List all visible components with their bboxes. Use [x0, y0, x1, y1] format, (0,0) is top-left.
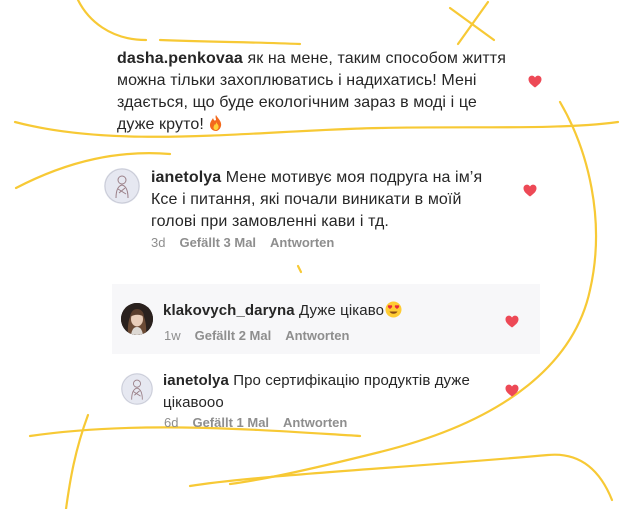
likes-count[interactable]: Gefällt 3 Mal: [179, 235, 256, 250]
comment-text: ianetolya Мене мотивує моя подруга на ім…: [151, 169, 483, 230]
avatar[interactable]: [121, 303, 153, 335]
heart-icon[interactable]: [528, 75, 542, 88]
comment-klakovych: klakovych_daryna Дуже цікаво: [163, 300, 483, 322]
avatar[interactable]: [104, 168, 140, 204]
comment-username[interactable]: ianetolya: [151, 169, 221, 186]
heart-icon[interactable]: [505, 315, 519, 328]
photo-avatar: [121, 303, 153, 335]
likes-count[interactable]: Gefällt 1 Mal: [192, 415, 269, 430]
fire-emoji: [210, 115, 222, 131]
comment-dasha: dasha.penkovaa як на мене, таким способо…: [117, 48, 537, 136]
heart-eyes-emoji: [385, 301, 402, 318]
comment-username[interactable]: ianetolya: [163, 372, 229, 389]
comment-text: klakovych_daryna Дуже цікаво: [163, 300, 483, 322]
avatar[interactable]: [121, 373, 153, 405]
comment-time: 1w: [164, 328, 181, 343]
comment-meta: 1w Gefällt 2 Mal Antworten: [164, 328, 363, 343]
comment-text: ianetolya Про сертифікацію продуктів дуж…: [163, 372, 470, 411]
comment-time: 6d: [164, 415, 179, 430]
reply-button[interactable]: Antworten: [285, 328, 349, 343]
comment-username[interactable]: dasha.penkovaa: [117, 50, 243, 67]
comment-meta: 6d Gefällt 1 Mal Antworten: [164, 415, 361, 430]
reply-button[interactable]: Antworten: [270, 235, 334, 250]
comment-time: 3d: [151, 235, 166, 250]
comment-username[interactable]: klakovych_daryna: [163, 302, 295, 319]
likes-count[interactable]: Gefällt 2 Mal: [195, 328, 272, 343]
comment-text: dasha.penkovaa як на мене, таким способо…: [117, 50, 507, 133]
comment-ianetolya-1: ianetolya Мене мотивує моя подруга на ім…: [151, 167, 511, 233]
heart-icon[interactable]: [523, 184, 537, 197]
comment-meta: 3d Gefällt 3 Mal Antworten: [151, 235, 348, 250]
heart-icon[interactable]: [505, 384, 519, 397]
reply-button[interactable]: Antworten: [283, 415, 347, 430]
sketch-avatar: [104, 168, 140, 204]
comment-ianetolya-2: ianetolya Про сертифікацію продуктів дуж…: [163, 370, 483, 414]
sketch-avatar: [121, 373, 153, 405]
